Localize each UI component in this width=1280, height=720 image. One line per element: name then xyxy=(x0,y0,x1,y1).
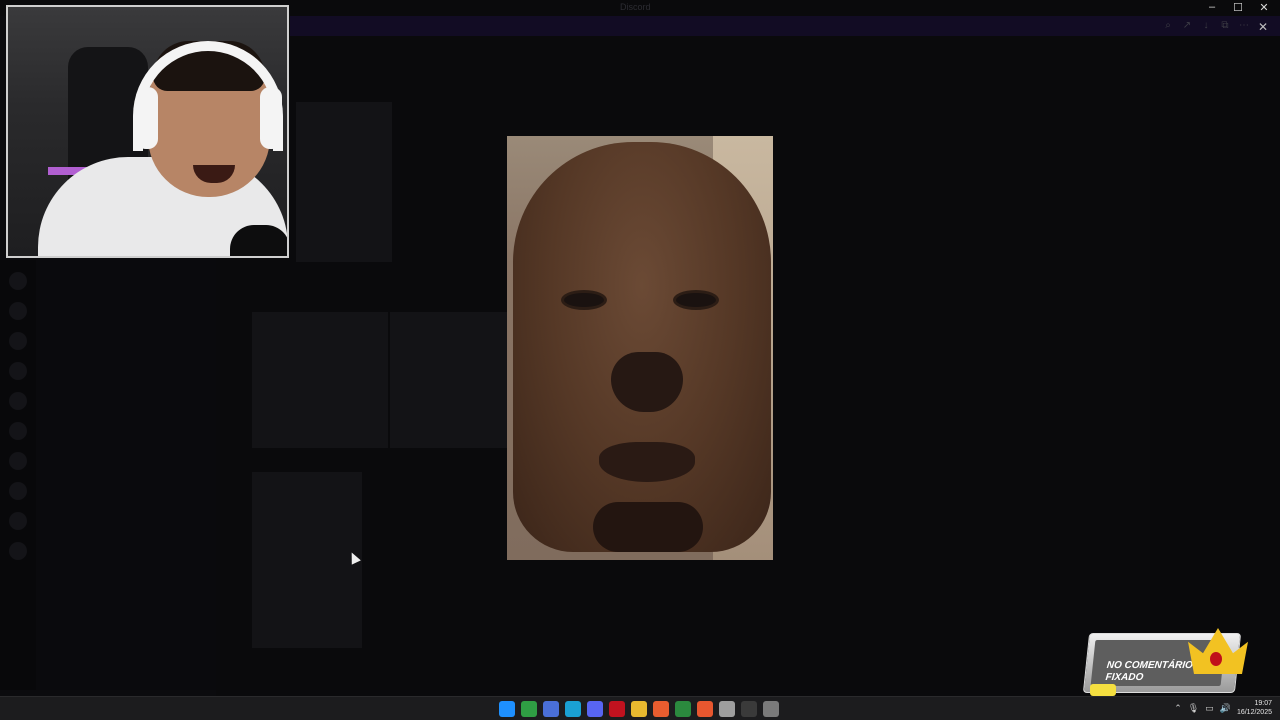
maximize-button[interactable]: ☐ xyxy=(1232,1,1244,14)
headset-earcup-right xyxy=(260,87,282,149)
zoom-icon[interactable]: ⌕ xyxy=(1163,20,1173,34)
channel-list xyxy=(36,260,216,690)
pinned-comment-sticker: NO COMENTÁRIO FIXADO xyxy=(1082,628,1250,698)
image-subject-face xyxy=(513,142,771,552)
gamepad-icon[interactable] xyxy=(763,701,779,717)
open-external-icon[interactable]: ⧉ xyxy=(1220,20,1230,34)
image-mouth xyxy=(599,442,695,482)
close-viewer-button[interactable]: ✕ xyxy=(1258,20,1268,34)
chat-image[interactable] xyxy=(252,312,388,448)
microphone-icon xyxy=(230,225,287,256)
system-tray: ⌃ 🎙 ▭ 🔊 19:07 16/12/2025 xyxy=(1174,699,1272,717)
settings-icon[interactable] xyxy=(719,701,735,717)
discord-icon[interactable] xyxy=(587,701,603,717)
server-icon[interactable] xyxy=(9,302,27,320)
opera-icon[interactable] xyxy=(609,701,625,717)
forward-icon[interactable]: ↗ xyxy=(1182,20,1192,34)
media-player-icon[interactable] xyxy=(697,701,713,717)
webcam-overlay xyxy=(6,5,289,258)
server-icon[interactable] xyxy=(9,392,27,410)
enlarged-image[interactable] xyxy=(507,136,773,560)
minimize-button[interactable]: – xyxy=(1206,1,1218,14)
image-nose xyxy=(611,352,683,412)
network-icon[interactable]: ▭ xyxy=(1205,703,1214,714)
spreadsheet-icon[interactable] xyxy=(675,701,691,717)
clock-time: 19:07 xyxy=(1254,700,1272,707)
member-list xyxy=(1150,36,1280,696)
clock-date: 16/12/2025 xyxy=(1236,709,1272,716)
screen: Discord – ☐ ✕ ⌕ ↗ ↓ ⧉ ⋯ ✕ NO COMENTÁRIO … xyxy=(0,0,1280,720)
server-icon[interactable] xyxy=(9,362,27,380)
sticker-accent xyxy=(1090,684,1116,696)
server-icon[interactable] xyxy=(9,542,27,560)
calendar-icon[interactable] xyxy=(543,701,559,717)
chat-image[interactable] xyxy=(296,102,392,262)
more-icon[interactable]: ⋯ xyxy=(1239,20,1249,34)
window-controls: – ☐ ✕ xyxy=(1206,1,1270,14)
chat-image[interactable] xyxy=(252,472,362,648)
server-icon[interactable] xyxy=(9,482,27,500)
image-eye-left xyxy=(561,290,607,310)
sticker-text-line3: FIXADO xyxy=(1104,672,1144,683)
microphone-tray-icon[interactable]: 🎙 xyxy=(1188,703,1199,714)
windows-start-icon[interactable] xyxy=(499,701,515,717)
chevron-up-icon[interactable]: ⌃ xyxy=(1174,703,1182,714)
server-icon[interactable] xyxy=(9,452,27,470)
close-window-button[interactable]: ✕ xyxy=(1258,1,1270,14)
download-icon[interactable]: ↓ xyxy=(1201,20,1211,34)
image-chin xyxy=(593,502,703,552)
crown-gem xyxy=(1210,652,1222,666)
volume-icon[interactable]: 🔊 xyxy=(1220,703,1231,714)
server-icon[interactable] xyxy=(9,512,27,530)
server-icon[interactable] xyxy=(9,422,27,440)
taskbar-apps xyxy=(499,701,779,717)
image-viewer-toolbar: ⌕ ↗ ↓ ⧉ ⋯ ✕ xyxy=(1163,20,1268,34)
windows-taskbar: ⌃ 🎙 ▭ 🔊 19:07 16/12/2025 xyxy=(0,696,1280,720)
app-a-icon[interactable] xyxy=(653,701,669,717)
chat-image[interactable] xyxy=(390,312,508,448)
clock[interactable]: 19:07 16/12/2025 xyxy=(1237,699,1272,717)
image-eye-right xyxy=(673,290,719,310)
server-icon[interactable] xyxy=(9,332,27,350)
sticker-text-line2: NO COMENTÁRIO xyxy=(1106,660,1194,671)
server-list xyxy=(0,260,36,690)
edge-icon[interactable] xyxy=(565,701,581,717)
server-icon[interactable] xyxy=(9,272,27,290)
file-explorer-icon[interactable] xyxy=(631,701,647,717)
chrome-icon[interactable] xyxy=(521,701,537,717)
notice-banner xyxy=(290,16,1280,36)
window-title: Discord xyxy=(620,2,651,12)
terminal-icon[interactable] xyxy=(741,701,757,717)
headset-earcup-left xyxy=(136,87,158,149)
